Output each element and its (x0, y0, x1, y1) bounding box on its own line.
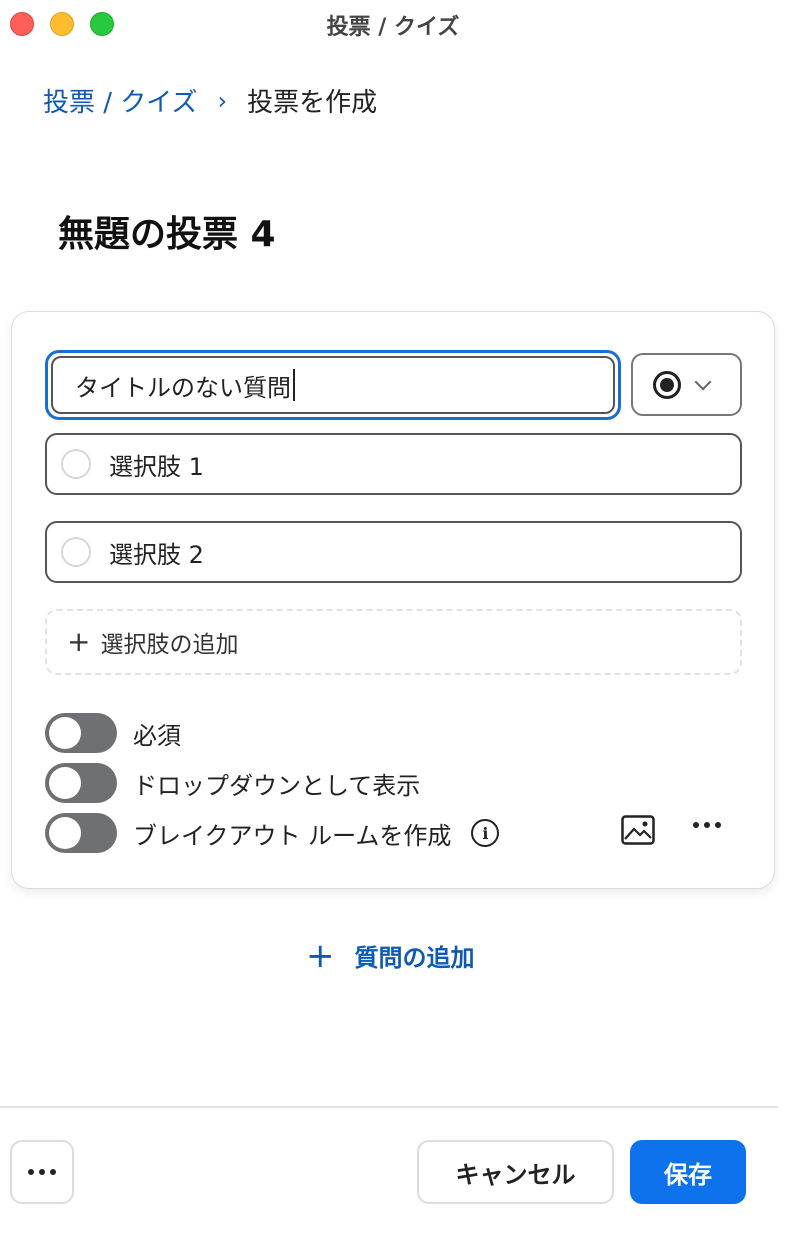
poll-title[interactable]: 無題の投票 4 (58, 205, 276, 257)
breakout-toggle-row: ブレイクアウト ルームを作成 i (45, 813, 500, 853)
option-label: 選択肢 2 (109, 540, 204, 569)
info-icon[interactable]: i (471, 819, 500, 847)
question-title-input[interactable]: タイトルのない質問 (45, 350, 621, 420)
plus-icon: + (67, 625, 91, 658)
text-caret (293, 369, 295, 401)
add-option-label: 選択肢の追加 (100, 632, 239, 658)
title-bar: 投票 / クイズ (0, 0, 786, 46)
show-as-dropdown-label: ドロップダウンとして表示 (133, 771, 421, 800)
radio-circle-icon (61, 449, 91, 479)
chevron-down-icon (694, 373, 712, 390)
footer-divider (0, 1106, 778, 1108)
question-type-dropdown[interactable] (631, 353, 742, 416)
window-title: 投票 / クイズ (326, 15, 460, 40)
more-options-icon[interactable] (693, 822, 721, 828)
cancel-button[interactable]: キャンセル (417, 1140, 614, 1204)
option-input-2[interactable]: 選択肢 2 (45, 521, 742, 583)
breadcrumb-parent-link[interactable]: 投票 / クイズ (43, 82, 198, 119)
question-title-value: タイトルのない質問 (75, 373, 291, 402)
add-question-label: 質問の追加 (354, 944, 475, 972)
radio-circle-icon (61, 537, 91, 567)
option-label: 選択肢 1 (109, 452, 204, 481)
dropdown-toggle-row: ドロップダウンとして表示 (45, 763, 420, 803)
breadcrumb: 投票 / クイズ › 投票を作成 (43, 82, 377, 119)
image-icon[interactable] (621, 815, 655, 849)
poll-editor-window: 投票 / クイズ 投票 / クイズ › 投票を作成 無題の投票 4 タイトルのな… (0, 0, 786, 1244)
option-input-1[interactable]: 選択肢 1 (45, 433, 742, 495)
create-breakout-toggle[interactable] (45, 813, 117, 853)
add-option-button[interactable]: + 選択肢の追加 (45, 609, 742, 675)
plus-icon: + (306, 935, 335, 976)
chevron-right-icon: › (217, 86, 228, 115)
create-breakout-label: ブレイクアウト ルームを作成 (133, 821, 452, 850)
footer-more-button[interactable] (10, 1140, 74, 1204)
question-card: タイトルのない質問 選択肢 1 選択肢 2 + 選択肢の追加 必須 ドロップダウ (11, 311, 775, 889)
required-toggle[interactable] (45, 713, 117, 753)
breadcrumb-current: 投票を作成 (247, 88, 378, 118)
radio-dot-icon (653, 370, 681, 399)
show-as-dropdown-toggle[interactable] (45, 763, 117, 803)
required-toggle-row: 必須 (45, 713, 181, 753)
save-button[interactable]: 保存 (630, 1140, 746, 1204)
add-question-button[interactable]: + 質問の追加 (306, 938, 475, 973)
required-label: 必須 (133, 721, 181, 750)
